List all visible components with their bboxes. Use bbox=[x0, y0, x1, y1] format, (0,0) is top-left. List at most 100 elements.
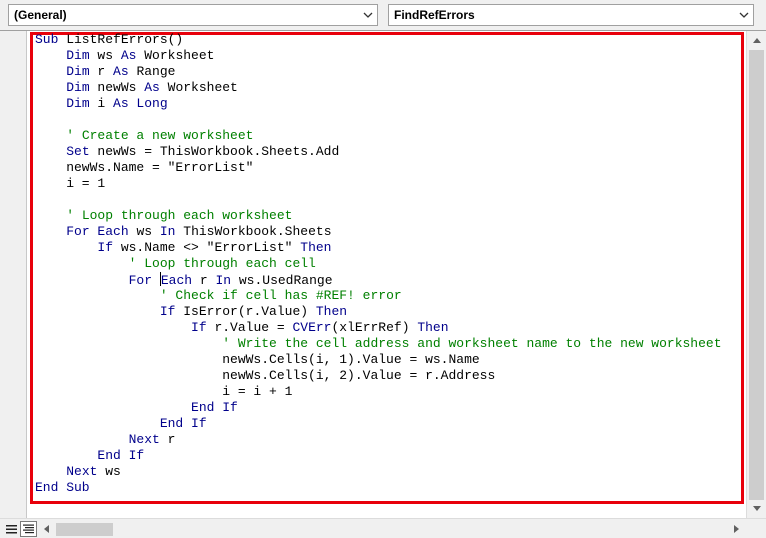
code-line[interactable]: i = i + 1 bbox=[35, 384, 746, 400]
code-text-segment: (xlErrRef) bbox=[331, 320, 418, 335]
code-keyword: Then bbox=[417, 320, 449, 335]
code-line[interactable]: Dim ws As Worksheet bbox=[35, 48, 746, 64]
code-line[interactable]: For Each ws In ThisWorkbook.Sheets bbox=[35, 224, 746, 240]
code-text-segment: ws bbox=[97, 464, 121, 479]
code-line[interactable]: End Sub bbox=[35, 480, 746, 496]
code-line[interactable]: Sub ListRefErrors() bbox=[35, 32, 746, 48]
code-text-segment bbox=[35, 240, 97, 255]
object-dropdown[interactable]: (General) bbox=[8, 4, 378, 26]
code-line[interactable] bbox=[35, 112, 746, 128]
horizontal-scroll-thumb[interactable] bbox=[56, 523, 113, 536]
code-text-segment: Worksheet bbox=[159, 80, 238, 95]
code-keyword: If bbox=[191, 320, 207, 335]
code-line[interactable]: ' Write the cell address and worksheet n… bbox=[35, 336, 746, 352]
code-line[interactable]: newWs.Cells(i, 2).Value = r.Address bbox=[35, 368, 746, 384]
code-text-segment bbox=[35, 273, 129, 288]
code-keyword: As bbox=[113, 64, 129, 79]
code-line[interactable]: i = 1 bbox=[35, 176, 746, 192]
code-text-segment: ws bbox=[128, 224, 160, 239]
full-module-view-icon[interactable] bbox=[20, 521, 37, 537]
code-line[interactable]: ' Loop through each worksheet bbox=[35, 208, 746, 224]
code-line[interactable]: If ws.Name <> "ErrorList" Then bbox=[35, 240, 746, 256]
code-text-segment bbox=[35, 256, 129, 271]
code-line[interactable]: Dim i As Long bbox=[35, 96, 746, 112]
horizontal-scrollbar[interactable] bbox=[38, 519, 746, 538]
code-comment: ' Write the cell address and worksheet n… bbox=[222, 336, 722, 351]
code-text-segment: r bbox=[192, 273, 216, 288]
code-keyword: Dim bbox=[66, 80, 90, 95]
code-line[interactable]: ' Loop through each cell bbox=[35, 256, 746, 272]
code-line[interactable]: Dim newWs As Worksheet bbox=[35, 80, 746, 96]
procedure-view-icon[interactable] bbox=[3, 521, 20, 537]
code-keyword: Then bbox=[300, 240, 332, 255]
code-text-segment: ws.UsedRange bbox=[231, 273, 333, 288]
code-line[interactable]: Next r bbox=[35, 432, 746, 448]
code-keyword: Dim bbox=[66, 64, 90, 79]
triangle-left-icon[interactable] bbox=[38, 521, 55, 537]
code-line[interactable]: newWs.Cells(i, 1).Value = ws.Name bbox=[35, 352, 746, 368]
code-line[interactable]: newWs.Name = "ErrorList" bbox=[35, 160, 746, 176]
code-keyword: End If bbox=[97, 448, 145, 463]
chevron-down-icon[interactable] bbox=[359, 5, 377, 25]
code-line[interactable]: Set newWs = ThisWorkbook.Sheets.Add bbox=[35, 144, 746, 160]
code-text-segment: newWs bbox=[89, 80, 145, 95]
code-text-segment bbox=[35, 448, 97, 463]
code-text-segment bbox=[35, 224, 66, 239]
scrollbar-corner bbox=[746, 519, 766, 538]
code-text-segment: r bbox=[159, 432, 176, 447]
code-line[interactable]: End If bbox=[35, 416, 746, 432]
triangle-down-icon[interactable] bbox=[747, 500, 766, 517]
code-text-segment bbox=[35, 336, 222, 351]
code-text-segment bbox=[35, 416, 160, 431]
code-text[interactable]: Sub ListRefErrors() Dim ws As Worksheet … bbox=[35, 32, 746, 496]
code-line[interactable]: ' Check if cell has #REF! error bbox=[35, 288, 746, 304]
procedure-dropdown[interactable]: FindRefErrors bbox=[388, 4, 754, 26]
code-editor[interactable]: Sub ListRefErrors() Dim ws As Worksheet … bbox=[28, 31, 746, 518]
code-text-segment bbox=[35, 48, 66, 63]
code-window: Sub ListRefErrors() Dim ws As Worksheet … bbox=[0, 30, 766, 538]
code-keyword: As bbox=[120, 48, 137, 63]
code-line[interactable]: End If bbox=[35, 448, 746, 464]
code-keyword: As Long bbox=[113, 96, 168, 111]
code-line[interactable]: End If bbox=[35, 400, 746, 416]
code-keyword: For Each bbox=[66, 224, 129, 239]
triangle-right-icon[interactable] bbox=[728, 521, 745, 537]
code-text-segment bbox=[35, 128, 66, 143]
code-keyword: Next bbox=[66, 464, 98, 479]
code-text-segment: newWs.Cells(i, 2).Value = r.Address bbox=[35, 368, 496, 383]
code-text-segment bbox=[35, 208, 66, 223]
code-text-segment: i = i + 1 bbox=[35, 384, 293, 399]
procedure-dropdown-value: FindRefErrors bbox=[394, 8, 475, 22]
code-keyword: CVErr bbox=[292, 320, 332, 335]
code-text-segment bbox=[35, 464, 66, 479]
bottom-bar bbox=[0, 518, 766, 538]
code-keyword: For bbox=[128, 273, 160, 288]
code-line[interactable]: Next ws bbox=[35, 464, 746, 480]
code-line[interactable]: If r.Value = CVErr(xlErrRef) Then bbox=[35, 320, 746, 336]
code-keyword: End Sub bbox=[35, 480, 90, 495]
code-keyword: Next bbox=[128, 432, 160, 447]
code-line[interactable]: If IsError(r.Value) Then bbox=[35, 304, 746, 320]
code-keyword: End If bbox=[159, 416, 207, 431]
margin-indicator-bar[interactable] bbox=[0, 31, 27, 518]
code-keyword: In bbox=[159, 224, 176, 239]
code-line[interactable] bbox=[35, 192, 746, 208]
code-text-segment bbox=[35, 96, 66, 111]
code-line[interactable]: ' Create a new worksheet bbox=[35, 128, 746, 144]
code-keyword: As bbox=[144, 80, 160, 95]
code-keyword: Dim bbox=[66, 96, 90, 111]
code-text-segment: ThisWorkbook.Sheets bbox=[175, 224, 332, 239]
code-keyword: Each bbox=[160, 273, 193, 288]
code-comment: ' Loop through each cell bbox=[128, 256, 316, 271]
code-text-segment bbox=[35, 80, 66, 95]
code-line[interactable]: For Each r In ws.UsedRange bbox=[35, 272, 746, 288]
code-text-segment: newWs = ThisWorkbook.Sheets.Add bbox=[89, 144, 340, 159]
vertical-scrollbar[interactable] bbox=[746, 31, 766, 518]
code-text-segment bbox=[35, 64, 66, 79]
code-text-segment bbox=[35, 320, 191, 335]
vertical-scroll-thumb[interactable] bbox=[749, 50, 764, 500]
triangle-up-icon[interactable] bbox=[747, 32, 766, 49]
code-text-segment: newWs.Cells(i, 1).Value = ws.Name bbox=[35, 352, 480, 367]
code-line[interactable]: Dim r As Range bbox=[35, 64, 746, 80]
chevron-down-icon[interactable] bbox=[735, 5, 753, 25]
